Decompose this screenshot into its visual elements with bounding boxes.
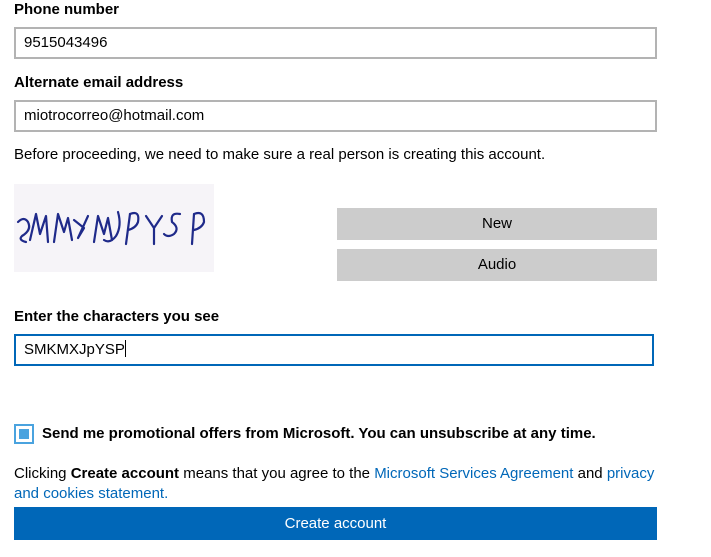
agreement-and: and [573,465,607,482]
captcha-image [14,184,214,272]
services-agreement-link[interactable]: Microsoft Services Agreement [374,465,573,482]
alt-email-label: Alternate email address [14,74,184,91]
agreement-prefix: Clicking [14,465,71,482]
agreement-text: Clicking Create account means that you a… [14,464,664,504]
captcha-input-value: SMKMXJpYSP [24,341,125,358]
alt-email-field[interactable]: miotrocorreo@hotmail.com [14,100,657,132]
checkbox-check-icon [19,429,29,439]
agreement-bold: Create account [70,465,180,482]
text-caret [124,340,126,357]
promo-checkbox-label[interactable]: Send me promotional offers from Microsof… [42,424,596,444]
alt-email-value: miotrocorreo@hotmail.com [24,107,205,124]
create-account-button[interactable]: Create account [14,507,657,540]
captcha-new-button[interactable]: New [337,208,657,240]
phone-value: 9515043496 [24,34,108,51]
captcha-input[interactable]: SMKMXJpYSP [14,334,654,366]
captcha-input-label: Enter the characters you see [14,308,220,325]
promo-checkbox[interactable] [14,424,34,444]
captcha-intro: Before proceeding, we need to make sure … [14,146,546,163]
agreement-middle: means that you agree to the [179,465,375,482]
captcha-audio-button[interactable]: Audio [337,249,657,281]
phone-label: Phone number [14,1,120,18]
captcha-glyphs [16,210,206,246]
phone-field[interactable]: 9515043496 [14,27,657,59]
